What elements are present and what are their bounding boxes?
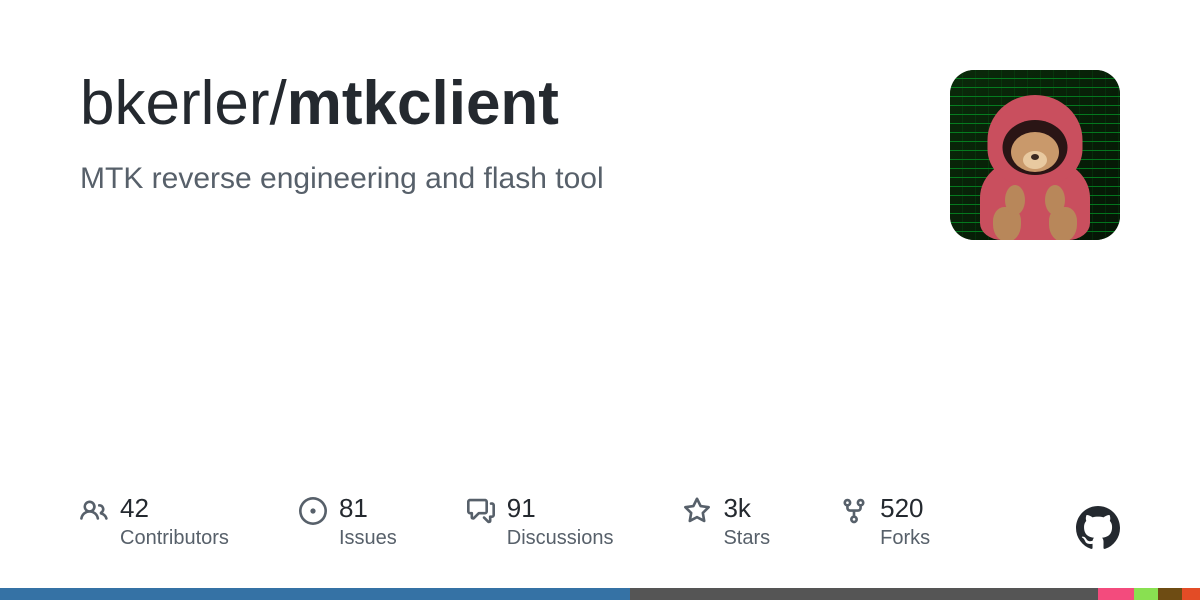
repo-description: MTK reverse engineering and flash tool (80, 162, 910, 196)
language-segment (1134, 588, 1158, 600)
people-icon (80, 497, 108, 525)
discussions-icon (467, 497, 495, 525)
stars-value: 3k (723, 495, 770, 521)
contributors-value: 42 (120, 495, 229, 521)
repo-owner[interactable]: bkerler (80, 69, 270, 138)
issue-icon (299, 497, 327, 525)
discussions-label: Discussions (507, 527, 614, 550)
issues-label: Issues (339, 527, 397, 550)
language-segment (1182, 588, 1200, 600)
forks-value: 520 (880, 495, 930, 521)
discussions-stat[interactable]: 91 Discussions (467, 495, 614, 550)
repo-stats: 42 Contributors 81 Issues 91 Discussions (80, 495, 1120, 550)
fork-icon (840, 497, 868, 525)
issues-stat[interactable]: 81 Issues (299, 495, 397, 550)
forks-label: Forks (880, 527, 930, 550)
contributors-stat[interactable]: 42 Contributors (80, 495, 229, 550)
language-segment (630, 588, 1098, 600)
issues-value: 81 (339, 495, 397, 521)
repo-name[interactable]: mtkclient (287, 69, 559, 138)
repo-avatar[interactable] (950, 70, 1120, 240)
language-segment (1158, 588, 1182, 600)
repo-slash: / (270, 69, 287, 138)
repo-title: bkerler/mtkclient (80, 70, 910, 138)
language-segment (1098, 588, 1134, 600)
language-bar (0, 588, 1200, 600)
discussions-value: 91 (507, 495, 614, 521)
stars-stat[interactable]: 3k Stars (683, 495, 770, 550)
contributors-label: Contributors (120, 527, 229, 550)
star-icon (683, 497, 711, 525)
github-logo-icon[interactable] (1076, 506, 1120, 550)
language-segment (0, 588, 630, 600)
stars-label: Stars (723, 527, 770, 550)
forks-stat[interactable]: 520 Forks (840, 495, 930, 550)
